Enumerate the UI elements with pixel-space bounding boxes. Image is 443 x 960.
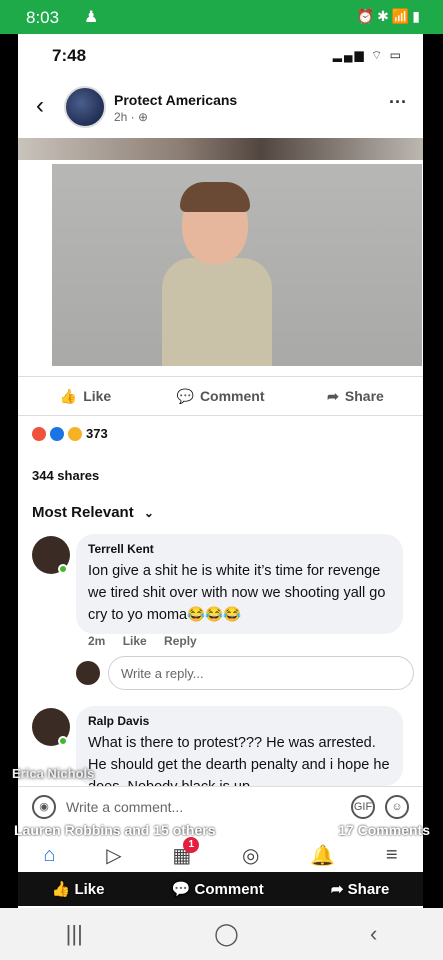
reply-row: Write a reply... xyxy=(76,656,414,690)
bottom-like-button[interactable]: 👍 Like xyxy=(52,880,105,898)
post-header: ‹ Protect Americans 2h · ⊕ ··· xyxy=(18,82,423,130)
comment-author[interactable]: Terrell Kent xyxy=(88,542,391,556)
back-icon[interactable]: ‹ xyxy=(370,921,377,947)
photo-hair xyxy=(180,182,250,212)
comment-reply-link[interactable]: Reply xyxy=(164,634,197,648)
comment-composer: ◉ Write a comment... GIF ☺ xyxy=(18,786,423,826)
reply-input[interactable]: Write a reply... xyxy=(108,656,414,690)
comment-button[interactable]: 💬 Comment xyxy=(153,388,288,405)
bottom-comment-button[interactable]: 💬 Comment xyxy=(172,880,264,898)
inner-status-bar: 7:48 ▂▄▆ ⌔ ▭ xyxy=(18,34,423,78)
comment-text: Ion give a shit he is white it’s time fo… xyxy=(88,563,386,623)
bottom-nav: ⌂ ▷ ▦ 1 ◎ 🔔 ≡ xyxy=(18,836,423,872)
like-label: Like xyxy=(83,388,112,404)
bell-icon[interactable]: 🔔 xyxy=(310,843,335,868)
status-icons: ⏰✱📶▮ xyxy=(356,8,423,24)
share-icon: ➦ xyxy=(327,387,339,404)
gif-button[interactable]: GIF xyxy=(351,794,375,819)
comment-label: Comment xyxy=(199,388,265,404)
comment-icon: 💬 xyxy=(176,387,194,404)
notification-badge: 1 xyxy=(183,836,200,853)
comment-input[interactable]: Write a comment... xyxy=(66,799,341,815)
emoji-icon[interactable]: ☺ xyxy=(385,794,409,819)
comment-author[interactable]: Ralp Davis xyxy=(88,714,391,728)
image-top-strip xyxy=(18,138,423,160)
like-reaction-icon xyxy=(50,426,64,441)
comment-time: 2m xyxy=(88,634,106,648)
comment-meta: 2m Like Reply xyxy=(88,634,211,648)
online-indicator xyxy=(58,564,68,574)
comment-bubble: Ralp Davis What is there to protest??? H… xyxy=(76,706,403,786)
bottom-share-button[interactable]: ➦ Share xyxy=(331,880,389,898)
angry-reaction-icon xyxy=(32,426,46,441)
share-label: Share xyxy=(344,388,384,404)
page-name[interactable]: Protect Americans xyxy=(114,92,237,108)
post-action-bar: 👍 Like 💬 Comment ➦ Share xyxy=(18,376,423,416)
signal-wifi-battery-icons: ▂▄▆ ⌔ ▭ xyxy=(332,48,403,62)
groups-icon[interactable]: ◎ xyxy=(242,843,259,868)
overlay-user-name: Erica Nichols xyxy=(12,766,95,781)
thumbs-up-icon: 👍 xyxy=(59,387,78,404)
share-button[interactable]: ➦ Share xyxy=(288,388,423,405)
comment-text: What is there to protest??? He was arres… xyxy=(88,735,390,786)
post-timestamp: 2h · ⊕ xyxy=(114,110,149,124)
bottom-action-bar: 👍 Like 💬 Comment ➦ Share xyxy=(18,872,423,906)
more-options-icon[interactable]: ··· xyxy=(389,92,407,113)
chevron-down-icon: ⌄ xyxy=(143,506,154,520)
reactors-text[interactable]: Lauren Robbins and 15 others xyxy=(14,822,215,838)
photo-shirt xyxy=(162,258,272,366)
sort-label: Most Relevant xyxy=(32,504,134,521)
home-icon[interactable]: ⌂ xyxy=(43,844,55,867)
comments-count[interactable]: 17 Comments xyxy=(338,822,430,838)
home-circle-icon[interactable]: ◯ xyxy=(214,921,239,947)
outer-time: 8:03 xyxy=(26,8,60,27)
comment-bubble: Terrell Kent Ion give a shit he is white… xyxy=(76,534,403,634)
menu-icon[interactable]: ≡ xyxy=(386,844,398,867)
reply-avatar xyxy=(76,661,100,685)
bottom-share-label: Share xyxy=(347,881,390,898)
android-nav-bar: ||| ◯ ‹ xyxy=(0,908,443,960)
outer-status-bar: 8:03 ♟ ⏰✱📶▮ xyxy=(0,0,443,34)
bottom-like-label: Like xyxy=(74,881,105,898)
marketplace-icon[interactable]: ▦ 1 xyxy=(172,836,200,868)
inner-time: 7:48 xyxy=(52,46,87,65)
right-border xyxy=(423,34,443,908)
recents-icon[interactable]: ||| xyxy=(66,921,83,947)
sort-dropdown[interactable]: Most Relevant ⌄ xyxy=(32,504,154,521)
watch-icon[interactable]: ▷ xyxy=(106,843,121,868)
online-indicator xyxy=(58,736,68,746)
shares-count[interactable]: 344 shares xyxy=(32,468,99,483)
like-button[interactable]: 👍 Like xyxy=(18,388,153,405)
notification-icon: ♟ xyxy=(84,9,99,26)
back-arrow-icon[interactable]: ‹ xyxy=(36,92,44,120)
comment-like-link[interactable]: Like xyxy=(123,634,147,648)
sad-reaction-icon xyxy=(68,426,82,441)
camera-icon[interactable]: ◉ xyxy=(32,794,56,819)
bottom-comment-label: Comment xyxy=(194,881,264,898)
reactions-summary[interactable]: 373 xyxy=(32,426,108,441)
post-photo[interactable] xyxy=(52,164,422,366)
page-avatar[interactable] xyxy=(64,86,106,128)
reactions-count: 373 xyxy=(86,426,108,441)
